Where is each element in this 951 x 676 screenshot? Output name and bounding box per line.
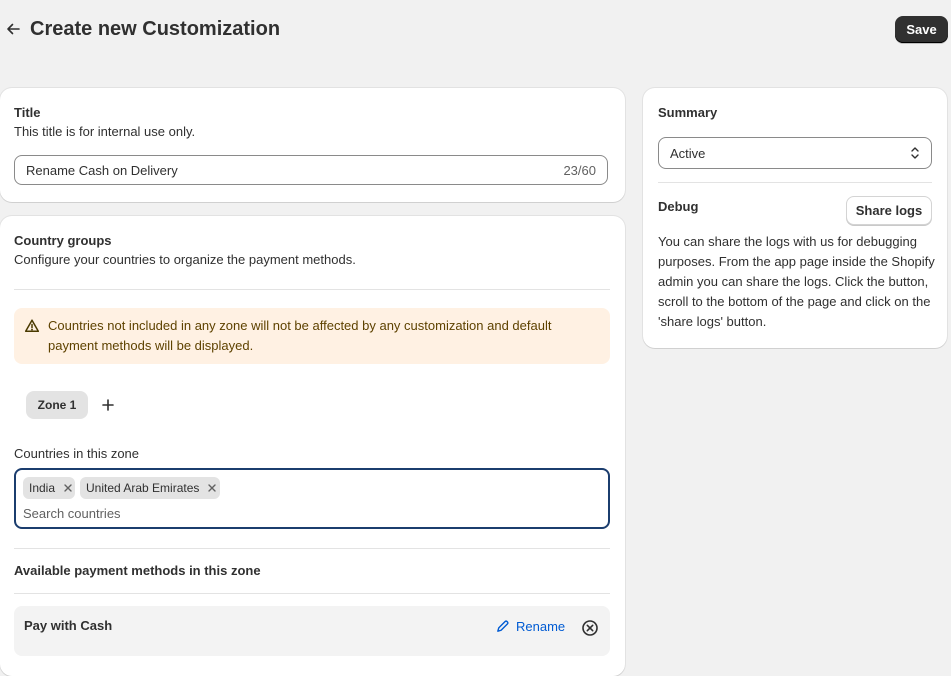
country-search-placeholder: Search countries bbox=[23, 506, 121, 521]
debug-text: You can share the logs with us for debug… bbox=[658, 234, 935, 329]
title-heading: Title bbox=[14, 105, 41, 120]
title-input-value: Rename Cash on Delivery bbox=[26, 163, 178, 178]
countries-label: Countries in this zone bbox=[14, 446, 140, 461]
status-select[interactable]: Active bbox=[658, 137, 932, 169]
debug-heading: Debug bbox=[658, 199, 699, 214]
summary-heading: Summary bbox=[658, 105, 718, 120]
divider bbox=[14, 289, 610, 290]
x-icon bbox=[64, 484, 72, 492]
x-circle-icon[interactable] bbox=[581, 619, 599, 637]
country-tag-india: India bbox=[23, 477, 75, 499]
title-char-count: 23/60 bbox=[563, 163, 596, 178]
save-button[interactable]: Save bbox=[895, 16, 948, 43]
chevron-up-down-icon bbox=[911, 147, 919, 159]
pencil-icon bbox=[497, 619, 509, 632]
payment-method-name: Pay with Cash bbox=[24, 618, 113, 633]
country-groups-heading: Country groups bbox=[14, 233, 112, 248]
summary-card: Summary Active Debug Share logs You can … bbox=[643, 88, 947, 348]
arrow-left-icon bbox=[7, 23, 20, 35]
divider bbox=[14, 593, 610, 594]
payment-method-row: Pay with Cash Rename bbox=[14, 606, 610, 656]
add-zone-button[interactable] bbox=[98, 395, 118, 415]
divider bbox=[14, 548, 610, 549]
remove-tag-button[interactable] bbox=[205, 481, 219, 495]
rename-label: Rename bbox=[516, 618, 566, 634]
payment-methods-heading: Available payment methods in this zone bbox=[14, 563, 261, 578]
share-logs-button[interactable]: Share logs bbox=[846, 196, 932, 225]
plus-icon bbox=[102, 399, 114, 411]
back-button[interactable] bbox=[3, 18, 23, 40]
alert-triangle-icon bbox=[24, 319, 40, 333]
countries-input[interactable]: India United Arab Emirates Search countr… bbox=[14, 468, 610, 529]
country-groups-description: Configure your countries to organize the… bbox=[14, 252, 356, 267]
x-icon bbox=[208, 484, 217, 492]
title-helper-text: This title is for internal use only. bbox=[14, 124, 196, 139]
title-input[interactable]: Rename Cash on Delivery 23/60 bbox=[14, 155, 608, 185]
country-tag-label: India bbox=[29, 481, 56, 495]
divider bbox=[658, 182, 932, 183]
page-header: Create new Customization Save bbox=[0, 0, 951, 58]
country-tag-uae: United Arab Emirates bbox=[80, 477, 220, 499]
country-tag-label: United Arab Emirates bbox=[86, 481, 200, 495]
page-title: Create new Customization bbox=[30, 18, 281, 40]
rename-button[interactable]: Rename bbox=[495, 616, 565, 636]
warning-banner: Countries not included in any zone will … bbox=[14, 308, 610, 364]
zone-tab-1[interactable]: Zone 1 bbox=[26, 391, 88, 419]
status-select-value: Active bbox=[670, 146, 706, 161]
warning-banner-text: Countries not included in any zone will … bbox=[48, 318, 552, 353]
remove-tag-button[interactable] bbox=[61, 481, 75, 495]
